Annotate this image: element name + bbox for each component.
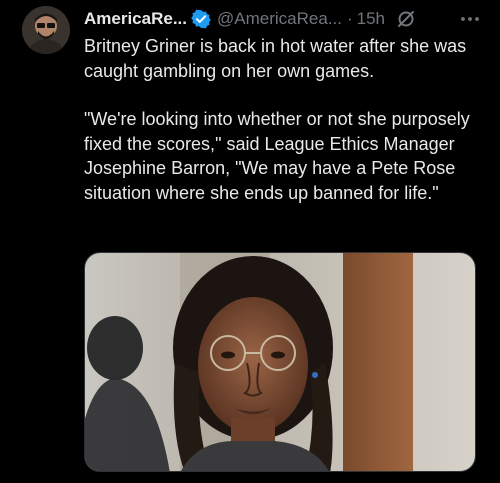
timestamp[interactable]: 15h	[357, 9, 385, 29]
tweet-text: Britney Griner is back in hot water afte…	[84, 34, 484, 205]
display-name[interactable]: AmericaRe...	[84, 9, 187, 29]
tweet-header: AmericaRe... @AmericaRea... · 15h	[84, 7, 490, 31]
tweet-paragraph-2: "We're looking into whether or not she p…	[84, 109, 470, 203]
verified-badge-icon	[191, 9, 211, 29]
grok-icon[interactable]	[395, 8, 417, 30]
handle[interactable]: @AmericaRea...	[217, 9, 342, 29]
tweet[interactable]: AmericaRe... @AmericaRea... · 15h Britne…	[0, 0, 500, 483]
tweet-paragraph-1: Britney Griner is back in hot water afte…	[84, 36, 467, 81]
more-options-icon[interactable]	[458, 7, 482, 31]
separator-dot: ·	[346, 9, 353, 28]
tweet-media-image[interactable]	[84, 252, 476, 472]
avatar[interactable]	[22, 6, 70, 54]
